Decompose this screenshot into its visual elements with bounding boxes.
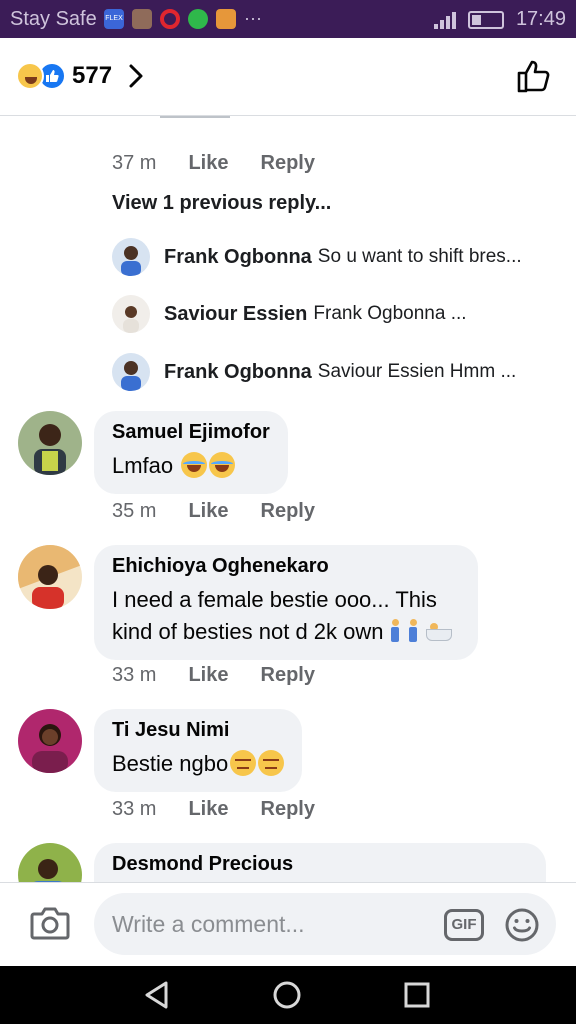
flex-app-icon: FLEX [104, 8, 124, 29]
reactions-summary[interactable]: 577 [16, 62, 144, 90]
comments-sheet: 577 37 m Like Reply View 1 previous repl… [0, 38, 576, 966]
reply-text: Frank Ogbonna ... [313, 303, 467, 324]
reply-author[interactable]: Saviour Essien [164, 303, 307, 326]
reply-item[interactable]: Frank Ogbonna Saviour Essien Hmm ... [112, 353, 562, 391]
comment-author[interactable]: Desmond Precious [112, 853, 528, 876]
carrier-label: Stay Safe [10, 8, 97, 30]
comment-time: 33 m [112, 664, 157, 686]
like-link[interactable]: Like [188, 152, 228, 175]
comment: Ehichioya Oghenekaro I need a female bes… [18, 545, 478, 660]
battery-icon [467, 10, 504, 29]
clock: 17:49 [515, 8, 566, 30]
comment-author[interactable]: Ti Jesu Nimi [112, 719, 284, 742]
reply-author[interactable]: Frank Ogbonna [164, 361, 312, 384]
comment-author[interactable]: Ehichioya Oghenekaro [112, 555, 452, 578]
walking-person-emoji-icon [406, 619, 420, 643]
comment-bubble[interactable]: Ti Jesu Nimi Bestie ngbo [94, 709, 303, 792]
emoji-picker-icon[interactable] [504, 907, 540, 943]
laughing-emoji-icon [181, 452, 208, 478]
comment-time: 35 m [112, 500, 157, 522]
like-link[interactable]: Like [188, 798, 228, 821]
comment: Samuel Ejimofor Lmfao [18, 411, 288, 494]
comment-text: Bestie ngbo [112, 748, 285, 780]
reply-link[interactable]: Reply [261, 152, 315, 175]
reply-text: So u want to shift bres... [317, 246, 522, 267]
comment-input[interactable] [94, 893, 556, 955]
reply-item[interactable]: Saviour Essien Frank Ogbonna ... [112, 295, 562, 333]
whatsapp-icon [188, 8, 208, 29]
back-icon[interactable] [142, 980, 172, 1010]
reply-author[interactable]: Frank Ogbonna [164, 246, 312, 269]
comment-bubble[interactable]: Ehichioya Oghenekaro I need a female bes… [94, 545, 478, 660]
notification-icons: FLEX ··· [104, 8, 262, 29]
comment-time: 37 m [112, 152, 157, 174]
reply-link[interactable]: Reply [261, 798, 315, 821]
comment: Ti Jesu Nimi Bestie ngbo [18, 709, 303, 792]
comment-actions: 33 m Like Reply [112, 798, 315, 821]
comment-actions: 33 m Like Reply [112, 664, 315, 687]
chevron-right-icon [129, 64, 143, 88]
comment: Desmond Precious [18, 843, 546, 882]
like-post-button[interactable] [516, 58, 552, 94]
walking-person-emoji-icon [388, 619, 402, 643]
system-navigation-bar [0, 966, 576, 1024]
haha-reaction-icon [16, 62, 44, 90]
avatar[interactable] [18, 709, 82, 773]
comment-time: 33 m [112, 798, 157, 820]
comment-text: I need a female bestie ooo... This kind … [112, 584, 452, 648]
opera-icon [160, 8, 180, 29]
avatar[interactable] [112, 295, 150, 333]
avatar[interactable] [18, 411, 82, 475]
photo-icon [132, 8, 152, 29]
comment-author[interactable]: Samuel Ejimofor [112, 421, 270, 444]
comment-actions: 35 m Like Reply [112, 500, 315, 523]
more-icon: ··· [244, 8, 262, 28]
status-bar: Stay Safe FLEX ··· 17:49 [0, 0, 576, 38]
notes-icon [216, 8, 236, 29]
comment-composer: GIF [0, 882, 576, 966]
comment-bubble[interactable]: Samuel Ejimofor Lmfao [94, 411, 288, 494]
like-link[interactable]: Like [188, 500, 228, 523]
view-previous-replies-link[interactable]: View 1 previous reply... [112, 192, 331, 215]
reactions-header: 577 [0, 38, 576, 116]
camera-icon[interactable] [30, 905, 70, 941]
parent-comment-actions: 37 m Like Reply [112, 152, 315, 175]
clipped-content [160, 116, 230, 118]
comment-text: Lmfao [112, 450, 270, 482]
reaction-count: 577 [72, 62, 113, 89]
comments-list[interactable]: 37 m Like Reply View 1 previous reply...… [0, 116, 576, 882]
unamused-emoji-icon [258, 750, 285, 776]
reply-text: Saviour Essien Hmm ... [317, 361, 517, 382]
unamused-emoji-icon [230, 750, 257, 776]
like-link[interactable]: Like [188, 664, 228, 687]
avatar[interactable] [18, 545, 82, 609]
reply-link[interactable]: Reply [261, 500, 315, 523]
reply-link[interactable]: Reply [261, 664, 315, 687]
signal-icon [433, 11, 456, 29]
avatar[interactable] [18, 843, 82, 882]
bathtub-emoji-icon [424, 621, 452, 641]
home-icon[interactable] [272, 980, 302, 1010]
recent-apps-icon[interactable] [402, 980, 432, 1010]
reply-item[interactable]: Frank Ogbonna So u want to shift bres... [112, 238, 562, 276]
avatar[interactable] [112, 353, 150, 391]
laughing-emoji-icon [209, 452, 236, 478]
gif-button[interactable]: GIF [444, 909, 484, 941]
comment-bubble[interactable]: Desmond Precious [94, 843, 546, 882]
avatar[interactable] [112, 238, 150, 276]
